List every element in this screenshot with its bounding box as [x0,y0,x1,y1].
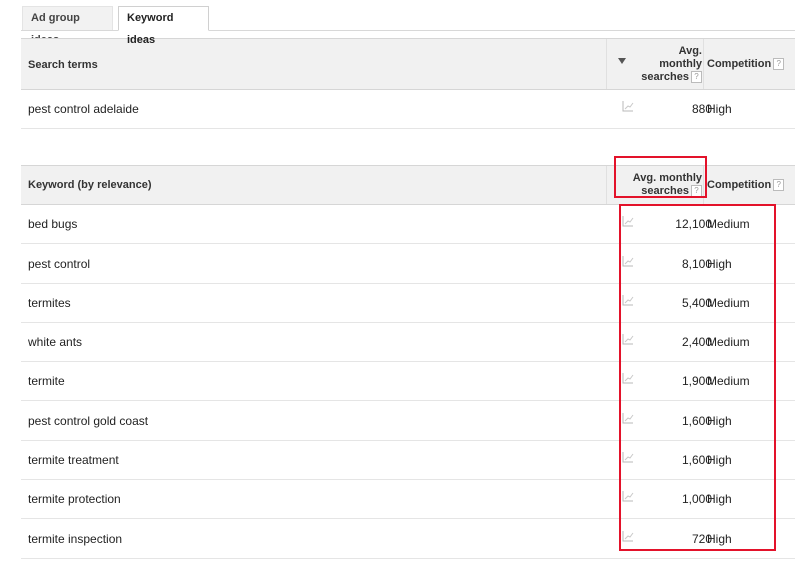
table-row: termite 1,900 Medium [21,361,795,401]
avg-monthly-searches-cell: 1,600 [681,414,712,428]
competition-cell: Medium [707,296,750,310]
trend-chart-icon[interactable] [622,333,634,345]
avg-header-line-1: Avg. monthly [632,172,702,184]
keyword-cell[interactable]: termite inspection [28,532,122,546]
avg-monthly-searches-cell: 5,400 [681,296,712,310]
keyword-ideas-header: Keyword (by relevance) Avg. monthly sear… [21,165,795,205]
search-term-cell[interactable]: pest control adelaide [28,102,139,116]
table-row: termites 5,400 Medium [21,283,795,323]
avg-monthly-searches-cell: 1,000 [681,492,712,506]
tab-bar: Ad group ideas Keyword ideas [0,0,795,46]
avg-header-line-2: monthly [659,58,702,70]
table-row: termite inspection 720 High [21,519,795,559]
keyword-cell[interactable]: pest control gold coast [28,414,148,428]
trend-chart-icon[interactable] [622,451,634,463]
trend-chart-icon[interactable] [622,100,634,112]
avg-monthly-searches-cell: 2,400 [681,335,712,349]
keyword-cell[interactable]: termite treatment [28,453,119,467]
avg-header-line-1: Avg. [678,45,702,57]
competition-cell: High [707,102,732,116]
keyword-column-header[interactable]: Keyword (by relevance) [28,179,152,191]
competition-cell: High [707,257,732,271]
column-divider [703,39,704,89]
competition-cell: Medium [707,335,750,349]
competition-cell: Medium [707,217,750,231]
competition-cell: High [707,492,732,506]
competition-cell: High [707,414,732,428]
competition-header-label: Competition [707,58,772,70]
trend-chart-icon[interactable] [622,372,634,384]
tab-keyword-ideas[interactable]: Keyword ideas [118,6,209,46]
avg-monthly-searches-cell: 1,900 [681,374,712,388]
competition-header-label: Competition [707,179,772,191]
avg-header-line-2: searches [641,185,689,197]
avg-header-line-3: searches [641,71,689,83]
help-icon[interactable]: ? [691,71,702,84]
table-row: pest control adelaide 880 High [21,89,795,129]
keyword-cell[interactable]: termite protection [28,492,121,506]
competition-cell: High [707,453,732,467]
competition-column-header[interactable]: Competition? [707,179,785,192]
help-icon[interactable]: ? [773,179,785,192]
trend-chart-icon[interactable] [622,530,634,542]
column-divider [606,39,607,89]
help-icon[interactable]: ? [773,58,785,71]
avg-monthly-searches-column-header[interactable]: Avg. monthly searches? [616,172,702,198]
trend-chart-icon[interactable] [622,215,634,227]
trend-chart-icon[interactable] [622,294,634,306]
competition-column-header[interactable]: Competition? [707,58,785,71]
keyword-cell[interactable]: bed bugs [28,217,77,231]
competition-cell: Medium [707,374,750,388]
tab-ad-group-ideas[interactable]: Ad group ideas [22,6,113,46]
trend-chart-icon[interactable] [622,255,634,267]
help-icon[interactable]: ? [691,185,702,198]
column-divider [606,166,607,204]
competition-cell: High [707,532,732,546]
keyword-cell[interactable]: termites [28,296,71,310]
search-terms-table: Search terms Avg. monthly searches? Comp… [21,38,795,130]
keyword-cell[interactable]: termite [28,374,65,388]
keyword-cell[interactable]: pest control [28,257,90,271]
avg-monthly-searches-cell: 12,100 [675,217,712,231]
avg-monthly-searches-cell: 720 [691,532,712,546]
keyword-cell[interactable]: white ants [28,335,82,349]
table-row: pest control gold coast 1,600 High [21,401,795,441]
table-row: termite protection 1,000 High [21,479,795,519]
avg-monthly-searches-cell: 880 [691,102,712,116]
search-terms-column-header[interactable]: Search terms [28,59,98,71]
keyword-ideas-table: Keyword (by relevance) Avg. monthly sear… [21,165,795,560]
avg-monthly-searches-column-header[interactable]: Avg. monthly searches? [616,45,702,84]
trend-chart-icon[interactable] [622,412,634,424]
table-row: bed bugs 12,100 Medium [21,204,795,244]
avg-monthly-searches-cell: 8,100 [681,257,712,271]
column-divider [703,166,704,204]
table-row: pest control 8,100 High [21,244,795,284]
table-row: termite treatment 1,600 High [21,440,795,480]
trend-chart-icon[interactable] [622,490,634,502]
table-row: white ants 2,400 Medium [21,322,795,362]
avg-monthly-searches-cell: 1,600 [681,453,712,467]
